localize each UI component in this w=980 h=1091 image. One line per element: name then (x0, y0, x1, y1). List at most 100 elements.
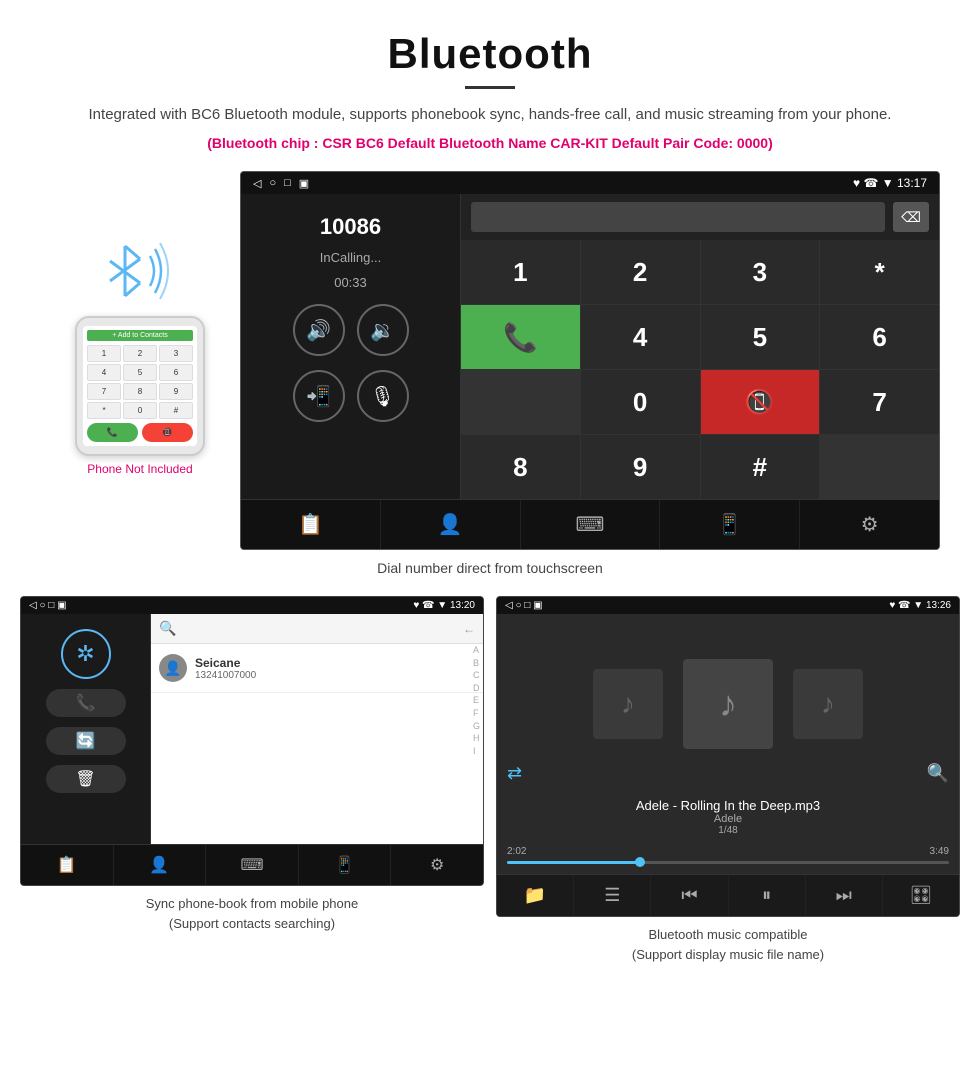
phone-key-6: 6 (159, 364, 193, 381)
volume-down-button[interactable]: 🔉 (357, 304, 409, 356)
phone-key-0: 0 (123, 402, 157, 419)
phone-mockup: + Add to Contacts 1 2 3 4 5 6 7 8 9 * 0 … (75, 316, 205, 456)
music-progress-bar[interactable] (507, 861, 949, 864)
music-caption: Bluetooth music compatible (Support disp… (632, 925, 824, 964)
pb-status-right: ♥ ☎ ▼ 13:20 (413, 600, 475, 611)
music-folder-button[interactable]: 📁 (497, 875, 574, 916)
album-art-left: ♪ (593, 669, 663, 739)
phone-key-hash: # (159, 402, 193, 419)
call-sidebar-button[interactable]: 📞 (46, 689, 126, 717)
shuffle-icon[interactable]: ⇄ (507, 763, 522, 784)
pb-status-left: ◁ ○ □ ▣ (29, 600, 67, 611)
phone-key-star: * (87, 402, 121, 419)
bluetooth-sidebar-icon[interactable]: ✲ (61, 629, 111, 679)
phone-keypad: 1 2 3 4 5 6 7 8 9 * 0 # (87, 345, 193, 419)
phone-screen: + Add to Contacts 1 2 3 4 5 6 7 8 9 * 0 … (83, 326, 197, 446)
dial-key-hash[interactable]: # (701, 435, 820, 499)
music-info: Adele - Rolling In the Deep.mp3 Adele 1/… (497, 794, 959, 840)
search-icon: 🔍 (159, 620, 176, 637)
phonebook-main: ✲ 📞 🔄 🗑 🔍 ← 👤 (21, 614, 483, 844)
music-eq-button[interactable]: 🎛 (883, 875, 959, 916)
pb-calls-button[interactable]: 📋 (21, 845, 114, 885)
dial-screen: ◁ ○ □ ▣ ♥ ☎ ▼ 13:17 10086 InCalling... 0… (240, 171, 940, 550)
recent-calls-button[interactable]: 📋 (241, 500, 381, 549)
dial-key-2[interactable]: 2 (581, 240, 700, 304)
music-track-counter: 1/48 (507, 825, 949, 836)
contact-avatar: 👤 (159, 654, 187, 682)
music-play-pause-button[interactable]: ⏸ (729, 875, 806, 916)
pb-keypad-button[interactable]: ⌨ (206, 845, 299, 885)
dial-key-5[interactable]: 5 (701, 305, 820, 369)
dial-key-4[interactable]: 4 (581, 305, 700, 369)
title-divider (465, 86, 515, 89)
music-prev-button[interactable]: ⏮ (651, 875, 728, 916)
phone-not-included-label: Phone Not Included (87, 462, 192, 476)
volume-up-button[interactable]: 🔊 (293, 304, 345, 356)
dial-input-box[interactable] (471, 202, 885, 232)
transfer-button[interactable]: 📲 (293, 370, 345, 422)
phonebook-search-bar: 🔍 ← (151, 614, 483, 644)
dial-key-7[interactable]: 7 (820, 370, 939, 434)
pb-bluetooth-button[interactable]: 📱 (299, 845, 392, 885)
contact-number: 13241007000 (195, 670, 256, 681)
dial-key-1[interactable]: 1 (461, 240, 580, 304)
music-time-total: 3:49 (930, 846, 949, 857)
contacts-button[interactable]: 👤 (381, 500, 521, 549)
nav-menu-icon: ▣ (299, 177, 309, 190)
nav-home-icon: ○ (269, 177, 276, 190)
dial-key-9[interactable]: 9 (581, 435, 700, 499)
pb-settings-button[interactable]: ⚙ (391, 845, 483, 885)
bluetooth-signal-area (90, 231, 190, 311)
header-specs: (Bluetooth chip : CSR BC6 Default Blueto… (40, 135, 940, 151)
dial-key-3[interactable]: 3 (701, 240, 820, 304)
dial-input-row: ⌫ (461, 194, 939, 240)
dial-hangup-button[interactable]: 📵 (701, 370, 820, 434)
phone-key-4: 4 (87, 364, 121, 381)
dial-key-0[interactable]: 0 (581, 370, 700, 434)
album-art-right: ♪ (793, 669, 863, 739)
nav-back-icon: ◁ (253, 177, 261, 190)
status-left: ◁ ○ □ ▣ (253, 177, 309, 190)
main-content: + Add to Contacts 1 2 3 4 5 6 7 8 9 * 0 … (0, 161, 980, 964)
bottom-screenshots: ◁ ○ □ ▣ ♥ ☎ ▼ 13:20 ✲ 📞 🔄 🗑 🔍 (20, 596, 960, 964)
bluetooth-phone-button[interactable]: 📱 (660, 500, 800, 549)
phonebook-status-bar: ◁ ○ □ ▣ ♥ ☎ ▼ 13:20 (21, 597, 483, 614)
dial-main-area: 10086 InCalling... 00:33 🔊 🔉 📲 🎙 (241, 194, 939, 499)
phone-key-2: 2 (123, 345, 157, 362)
phone-key-8: 8 (123, 383, 157, 400)
dial-call-button[interactable]: 📞 (461, 305, 580, 369)
phonebook-bottom-bar: 📋 👤 ⌨ 📱 ⚙ (21, 844, 483, 885)
contact-info: Seicane 13241007000 (195, 656, 256, 681)
music-progress-fill (507, 861, 640, 864)
settings-button[interactable]: ⚙ (800, 500, 939, 549)
bluetooth-icon (90, 231, 190, 311)
top-section: + Add to Contacts 1 2 3 4 5 6 7 8 9 * 0 … (20, 171, 960, 550)
nav-recent-icon: □ (284, 177, 291, 190)
dial-key-star[interactable]: * (820, 240, 939, 304)
pb-contacts-button[interactable]: 👤 (114, 845, 207, 885)
music-list-button[interactable]: ☰ (574, 875, 651, 916)
delete-sidebar-button[interactable]: 🗑 (46, 765, 126, 793)
contact-item[interactable]: 👤 Seicane 13241007000 (151, 644, 483, 693)
phonebook-content: 🔍 ← 👤 Seicane 13241007000 A (151, 614, 483, 844)
dial-key-8[interactable]: 8 (461, 435, 580, 499)
phonebook-caption: Sync phone-book from mobile phone (Suppo… (146, 894, 358, 933)
music-screen-block: ◁ ○ □ ▣ ♥ ☎ ▼ 13:26 ♪ ♪ ♪ ⇄ 🔍 Adele - Ro… (496, 596, 960, 964)
phonebook-screen: ◁ ○ □ ▣ ♥ ☎ ▼ 13:20 ✲ 📞 🔄 🗑 🔍 (20, 596, 484, 886)
call-timer: 00:33 (334, 275, 367, 290)
page-header: Bluetooth Integrated with BC6 Bluetooth … (0, 0, 980, 161)
mute-button[interactable]: 🎙 (357, 370, 409, 422)
keypad-button[interactable]: ⌨ (521, 500, 661, 549)
dial-key-6[interactable]: 6 (820, 305, 939, 369)
backspace-button[interactable]: ⌫ (893, 202, 929, 232)
music-time: 2:02 3:49 (507, 846, 949, 857)
dial-status-bar: ◁ ○ □ ▣ ♥ ☎ ▼ 13:17 (241, 172, 939, 194)
refresh-sidebar-button[interactable]: 🔄 (46, 727, 126, 755)
album-art-center: ♪ (683, 659, 773, 749)
music-time-current: 2:02 (507, 846, 526, 857)
phonebook-screen-block: ◁ ○ □ ▣ ♥ ☎ ▼ 13:20 ✲ 📞 🔄 🗑 🔍 (20, 596, 484, 964)
music-controls-bar: 📁 ☰ ⏮ ⏸ ⏭ 🎛 (497, 874, 959, 916)
status-right: ♥ ☎ ▼ 13:17 (853, 176, 927, 190)
music-search-icon[interactable]: 🔍 (927, 763, 949, 784)
music-next-button[interactable]: ⏭ (806, 875, 883, 916)
